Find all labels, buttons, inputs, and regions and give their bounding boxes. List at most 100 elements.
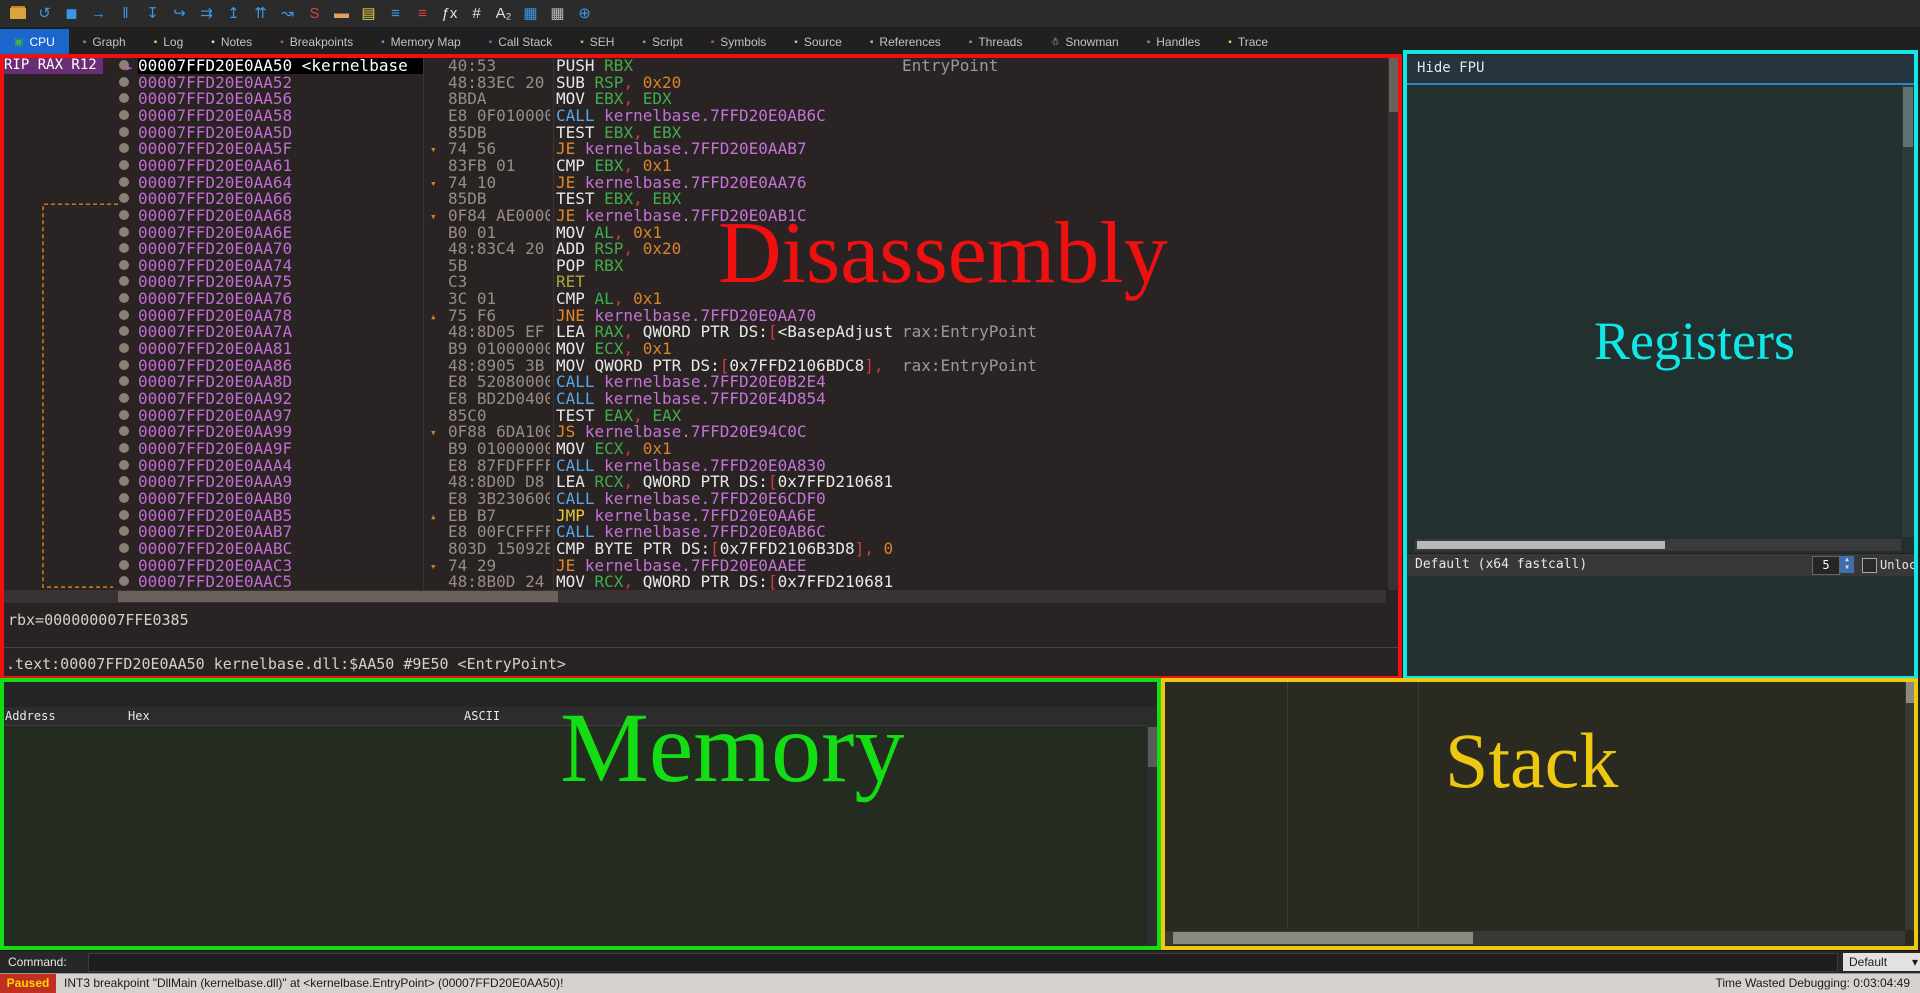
- disassembly-hscrollbar[interactable]: [0, 590, 1386, 603]
- disasm-row[interactable]: 00007FFD20E0AA75C3RET: [0, 273, 1402, 290]
- disasm-row[interactable]: 00007FFD20E0AABC803D 15092BCMP BYTE PTR …: [0, 540, 1402, 557]
- registers-hscrollbar[interactable]: [1415, 539, 1901, 551]
- instruction-bytes: 48:8905 3B: [448, 357, 550, 374]
- disassembly-pane[interactable]: RIP RAX R12 ►00007FFD20E0AA50 <kernelbas…: [0, 55, 1402, 680]
- disasm-row[interactable]: 00007FFD20E0AAB7E8 00FCFFFFCALL kernelba…: [0, 523, 1402, 540]
- hide-fpu-button[interactable]: Hide FPU: [1407, 55, 1918, 85]
- instruction-address: 00007FFD20E0AAA9: [138, 473, 423, 490]
- spinner-arrows-icon[interactable]: ▲▼: [1840, 556, 1854, 573]
- close-icon[interactable]: ◼: [58, 2, 85, 25]
- tab-call-stack[interactable]: ▪Call Stack: [475, 29, 567, 55]
- script-icon[interactable]: ▦: [517, 2, 544, 25]
- disasm-row[interactable]: 00007FFD20E0AA8DE8 52080000CALL kernelba…: [0, 373, 1402, 390]
- disasm-row[interactable]: 00007FFD20E0AA6EB0 01MOV AL, 0x1: [0, 224, 1402, 241]
- disasm-row[interactable]: 00007FFD20E0AA78▴75 F6JNE kernelbase.7FF…: [0, 307, 1402, 324]
- breakpoint-dot[interactable]: [119, 93, 129, 103]
- patch-icon[interactable]: ▬: [328, 2, 355, 25]
- skip-icon[interactable]: S: [301, 2, 328, 25]
- disasm-row[interactable]: 00007FFD20E0AA745BPOP RBX: [0, 257, 1402, 274]
- disasm-row[interactable]: 00007FFD20E0AA68▾0F84 AE000000JE kernelb…: [0, 207, 1402, 224]
- disasm-row[interactable]: 00007FFD20E0AA99▾0F88 6DA10000JS kernelb…: [0, 423, 1402, 440]
- trace-record-icon[interactable]: ≡: [409, 2, 436, 25]
- calculator-icon[interactable]: ▦: [544, 2, 571, 25]
- registers-pane[interactable]: Hide FPU Default (x64 fastcall) 5 ▲▼ Unl…: [1407, 55, 1918, 680]
- stack-hscrollbar[interactable]: [1165, 931, 1905, 945]
- breakpoints-icon[interactable]: ≡: [382, 2, 409, 25]
- unlocked-checkbox[interactable]: [1862, 558, 1877, 573]
- disasm-row[interactable]: 00007FFD20E0AAA4E8 87FDFFFFCALL kernelba…: [0, 457, 1402, 474]
- tab-snowman[interactable]: ☃Snowman: [1036, 29, 1132, 55]
- disasm-row[interactable]: 00007FFD20E0AA6183FB 01CMP EBX, 0x1: [0, 157, 1402, 174]
- registers-vscrollbar[interactable]: [1902, 85, 1914, 537]
- jump-up-icon: ▴: [430, 508, 437, 525]
- stack-pane[interactable]: [1163, 680, 1918, 950]
- open-file-icon[interactable]: [4, 2, 31, 25]
- run-icon[interactable]: →: [85, 2, 112, 25]
- disasm-row[interactable]: 00007FFD20E0AAB0E8 3B230600CALL kernelba…: [0, 490, 1402, 507]
- memory-dump-pane[interactable]: Address Hex ASCII: [0, 680, 1161, 950]
- disasm-row[interactable]: 00007FFD20E0AA763C 01CMP AL, 0x1: [0, 290, 1402, 307]
- disasm-row[interactable]: 00007FFD20E0AA64▾74 10JE kernelbase.7FFD…: [0, 174, 1402, 191]
- pause-icon[interactable]: ‖: [112, 2, 139, 25]
- breakpoint-dot[interactable]: [119, 77, 129, 87]
- tab-handles[interactable]: ▪Handles: [1133, 29, 1215, 55]
- tab-memory-map[interactable]: ▪Memory Map: [367, 29, 475, 55]
- hex-column-header[interactable]: Hex: [128, 707, 150, 725]
- tab-breakpoints[interactable]: ▪Breakpoints: [266, 29, 367, 55]
- tab-log[interactable]: ▪Log: [140, 29, 198, 55]
- execute-till-return-icon[interactable]: ⇈: [247, 2, 274, 25]
- disasm-row[interactable]: 00007FFD20E0AA8648:8905 3BMOV QWORD PTR …: [0, 357, 1402, 374]
- disasm-row[interactable]: 00007FFD20E0AA7048:83C4 20ADD RSP, 0x20: [0, 240, 1402, 257]
- hash-icon[interactable]: #: [463, 2, 490, 25]
- disassembly-vscrollbar[interactable]: [1388, 55, 1402, 590]
- restart-icon[interactable]: ↺: [31, 2, 58, 25]
- disasm-row[interactable]: 00007FFD20E0AA6685DBTEST EBX, EBX: [0, 190, 1402, 207]
- tab-seh[interactable]: ▪SEH: [566, 29, 628, 55]
- step-into-icon[interactable]: ↧: [139, 2, 166, 25]
- disasm-row[interactable]: 00007FFD20E0AA568BDAMOV EBX, EDX: [0, 90, 1402, 107]
- disasm-row[interactable]: 00007FFD20E0AA81B9 01000000MOV ECX, 0x1: [0, 340, 1402, 357]
- address-column-header[interactable]: Address: [5, 707, 56, 725]
- disasm-row[interactable]: 00007FFD20E0AA92E8 BD2D0400CALL kernelba…: [0, 390, 1402, 407]
- disasm-row[interactable]: 00007FFD20E0AA5248:83EC 20SUB RSP, 0x20: [0, 74, 1402, 91]
- animate-into-icon[interactable]: ↝: [274, 2, 301, 25]
- disasm-row[interactable]: 00007FFD20E0AA58E8 0F010000CALL kernelba…: [0, 107, 1402, 124]
- disasm-row[interactable]: 00007FFD20E0AA7A48:8D05 EFLEA RAX, QWORD…: [0, 323, 1402, 340]
- tab-graph[interactable]: ▪Graph: [69, 29, 140, 55]
- tab-symbols[interactable]: ▪Symbols: [697, 29, 781, 55]
- arg-count-spinner[interactable]: 5: [1812, 556, 1840, 575]
- tab-notes[interactable]: ▪Notes: [197, 29, 266, 55]
- tab-cpu[interactable]: ▣CPU: [0, 29, 69, 55]
- profile-dropdown[interactable]: Default: [1843, 953, 1920, 971]
- dump-vscrollbar[interactable]: [1147, 725, 1159, 950]
- disasm-row[interactable]: 00007FFD20E0AA5D85DBTEST EBX, EBX: [0, 124, 1402, 141]
- calling-convention-label[interactable]: Default (x64 fastcall): [1407, 557, 1587, 572]
- step-out-icon[interactable]: ↥: [220, 2, 247, 25]
- functions-icon[interactable]: ƒx: [436, 2, 463, 25]
- disasm-row[interactable]: 00007FFD20E0AAA948:8D0D D8LEA RCX, QWORD…: [0, 473, 1402, 490]
- instruction-address: 00007FFD20E0AA86: [138, 357, 423, 374]
- disasm-row[interactable]: 00007FFD20E0AA5F▾74 56JE kernelbase.7FFD…: [0, 140, 1402, 157]
- strings-icon[interactable]: A₂: [490, 2, 517, 25]
- step-over-icon[interactable]: ↪: [166, 2, 193, 25]
- disasm-row[interactable]: 00007FFD20E0AAC548:8B0D 24MOV RCX, QWORD…: [0, 573, 1402, 590]
- tab-label: Breakpoints: [290, 35, 353, 49]
- disasm-row[interactable]: ►00007FFD20E0AA50 <kernelbase40:53PUSH R…: [0, 57, 1402, 74]
- run-to-user-code-icon[interactable]: ⇉: [193, 2, 220, 25]
- disasm-row[interactable]: 00007FFD20E0AAB5▴EB B7JMP kernelbase.7FF…: [0, 507, 1402, 524]
- instruction-bytes: 0F88 6DA10000: [448, 423, 550, 440]
- instruction-address: 00007FFD20E0AA50 <kernelbase: [138, 57, 423, 74]
- tab-references[interactable]: ▪References: [856, 29, 955, 55]
- tab-trace[interactable]: ▪Trace: [1214, 29, 1282, 55]
- tab-script[interactable]: ▪Script: [628, 29, 696, 55]
- internet-icon[interactable]: ⊕: [571, 2, 598, 25]
- disasm-row[interactable]: 00007FFD20E0AA9FB9 01000000MOV ECX, 0x1: [0, 440, 1402, 457]
- command-input[interactable]: [88, 953, 1838, 972]
- stack-vscrollbar[interactable]: [1905, 680, 1916, 930]
- disasm-row[interactable]: 00007FFD20E0AA9785C0TEST EAX, EAX: [0, 407, 1402, 424]
- tab-threads[interactable]: ▪Threads: [955, 29, 1037, 55]
- disasm-row[interactable]: 00007FFD20E0AAC3▾74 29JE kernelbase.7FFD…: [0, 557, 1402, 574]
- tab-source[interactable]: ▪Source: [780, 29, 856, 55]
- comment-icon[interactable]: ▤: [355, 2, 382, 25]
- ascii-column-header[interactable]: ASCII: [464, 707, 500, 725]
